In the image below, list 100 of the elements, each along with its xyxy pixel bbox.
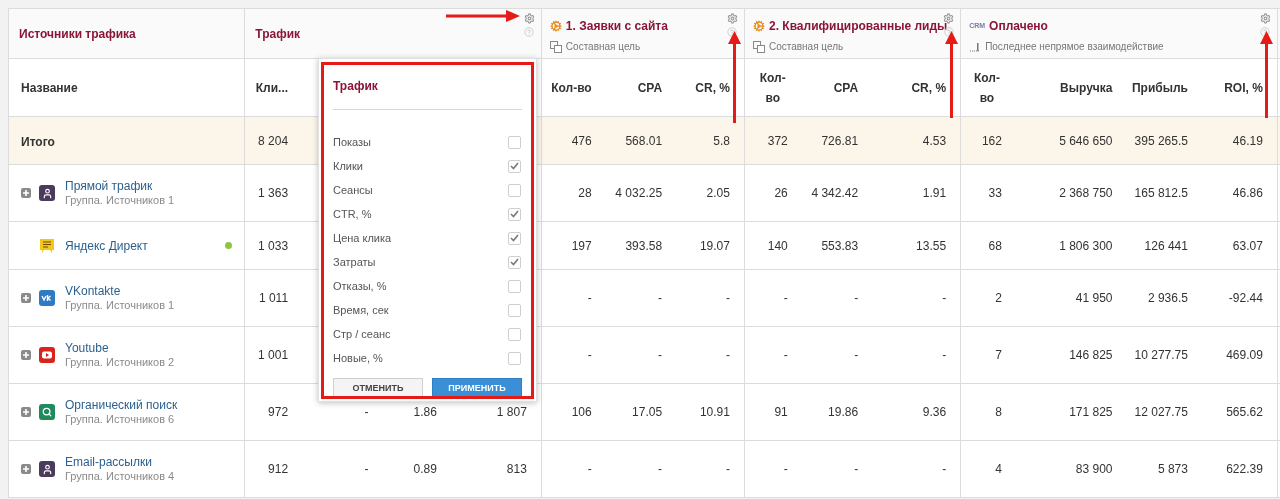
table-cell: 5 646 650 xyxy=(1059,133,1113,148)
option-label: Клики xyxy=(333,158,363,174)
column-header[interactable]: CPA xyxy=(833,80,859,95)
source-link[interactable]: Прямой трафик xyxy=(65,179,175,193)
table-cell: 63.07 xyxy=(1232,238,1263,253)
source-subtitle: Группа. Источников 6 xyxy=(65,412,176,426)
table-cell: 197 xyxy=(571,238,592,253)
person-icon xyxy=(39,185,55,201)
table-cell: 83 900 xyxy=(1075,462,1113,476)
column-header[interactable]: Название xyxy=(21,80,78,95)
table-cell: 395 265.5 xyxy=(1134,133,1188,148)
column-header[interactable]: CR, % xyxy=(911,80,947,95)
source-subtitle: Группа. Источников 4 xyxy=(65,469,175,483)
table-cell: 165 812.5 xyxy=(1134,186,1188,200)
table-cell: - xyxy=(725,462,730,476)
settings-icon[interactable] xyxy=(726,13,738,24)
table-cell: 1 033 xyxy=(258,238,289,253)
table-cell: - xyxy=(783,348,788,362)
sign-icon xyxy=(39,237,55,254)
table-cell: - xyxy=(587,348,592,362)
source-link[interactable]: VKontakte xyxy=(65,284,175,298)
layers-icon xyxy=(549,40,562,53)
table-cell: 553.83 xyxy=(821,238,859,253)
option-label: Стр / сеанс xyxy=(333,326,391,342)
table-cell: - xyxy=(783,462,788,476)
table-cell: 912 xyxy=(268,462,289,476)
table-cell: 8 204 xyxy=(258,133,289,148)
column-header[interactable]: Прибыль xyxy=(1131,80,1188,95)
expand-icon[interactable] xyxy=(21,293,31,303)
expand-icon[interactable] xyxy=(21,350,31,360)
checkbox[interactable] xyxy=(508,327,521,341)
table-cell: 622.39 xyxy=(1226,462,1263,476)
table-cell: 13.55 xyxy=(916,238,947,253)
table-cell: - xyxy=(854,462,859,476)
checkbox[interactable] xyxy=(508,207,521,221)
checkbox[interactable] xyxy=(508,351,521,365)
vk-icon xyxy=(39,290,55,306)
table-cell: 2 368 750 xyxy=(1059,186,1113,200)
table-cell: 2 xyxy=(995,291,1002,305)
table-cell: -92.44 xyxy=(1228,291,1263,305)
table-cell: 0.89 xyxy=(413,462,437,476)
column-header[interactable]: ROI, % xyxy=(1224,80,1263,95)
source-link[interactable]: Email-рассылки xyxy=(65,455,175,469)
source-link[interactable]: Органический поиск xyxy=(65,398,178,412)
table-cell: 372 xyxy=(767,133,788,148)
help-icon[interactable] xyxy=(727,27,738,37)
table-cell: 2.05 xyxy=(706,186,730,200)
table-cell: 68 xyxy=(988,238,1002,253)
table-cell: 1 363 xyxy=(258,186,289,200)
goal-type: Составная цель xyxy=(565,40,641,54)
expand-icon[interactable] xyxy=(21,464,31,474)
table-cell: 46.19 xyxy=(1232,133,1263,148)
checkbox[interactable] xyxy=(508,303,521,317)
checkbox[interactable] xyxy=(508,255,521,269)
table-cell: - xyxy=(587,291,592,305)
column-header[interactable]: CR, % xyxy=(695,80,730,95)
source-link[interactable]: Youtube xyxy=(65,341,175,355)
gears-icon xyxy=(752,20,765,32)
group-title: Источники трафика xyxy=(19,25,136,43)
table-cell: 126 441 xyxy=(1144,238,1188,253)
table-cell: 19.07 xyxy=(699,238,730,253)
table-cell: 393.58 xyxy=(625,238,663,253)
table-cell: 33 xyxy=(988,186,1002,200)
play-icon xyxy=(39,347,55,363)
table-cell: 813 xyxy=(506,462,527,476)
expand-icon[interactable] xyxy=(21,188,31,198)
table-cell: 146 825 xyxy=(1069,348,1113,362)
settings-icon[interactable] xyxy=(523,13,535,24)
checkbox[interactable] xyxy=(508,159,521,173)
column-header[interactable]: Кол-во xyxy=(551,80,592,95)
settings-icon[interactable] xyxy=(943,13,955,24)
help-icon[interactable] xyxy=(1260,27,1271,37)
column-header[interactable]: CPA xyxy=(637,80,663,95)
checkbox[interactable] xyxy=(508,231,521,245)
table-cell: 106 xyxy=(571,405,592,419)
settings-icon[interactable] xyxy=(1259,13,1271,24)
table-cell: 7 xyxy=(995,348,1002,362)
checkbox[interactable] xyxy=(508,183,521,197)
group-title: 2. Квалифицированные лиды xyxy=(768,18,948,35)
person-icon xyxy=(39,461,55,477)
group-title: Трафик xyxy=(255,25,301,43)
table-cell: - xyxy=(725,348,730,362)
total-label: Итого xyxy=(21,134,55,149)
table-cell: 4.53 xyxy=(922,133,947,148)
table-cell: 565.62 xyxy=(1226,405,1263,419)
expand-icon[interactable] xyxy=(21,407,31,417)
table-cell: 4 xyxy=(995,462,1002,476)
table-cell: - xyxy=(942,348,947,362)
bars-icon xyxy=(969,41,982,52)
table-cell: - xyxy=(587,462,592,476)
table-cell: - xyxy=(854,348,859,362)
column-header[interactable]: Кли... xyxy=(255,80,289,95)
table-cell: - xyxy=(854,291,859,305)
table-cell: - xyxy=(658,291,663,305)
checkbox[interactable] xyxy=(508,279,521,293)
checkbox[interactable] xyxy=(508,135,521,149)
column-header[interactable]: Выручка xyxy=(1060,80,1113,95)
source-link[interactable]: Яндекс Директ xyxy=(65,238,148,253)
group-title: Оплачено xyxy=(989,18,1048,35)
table-cell: 4 032.25 xyxy=(615,186,663,200)
